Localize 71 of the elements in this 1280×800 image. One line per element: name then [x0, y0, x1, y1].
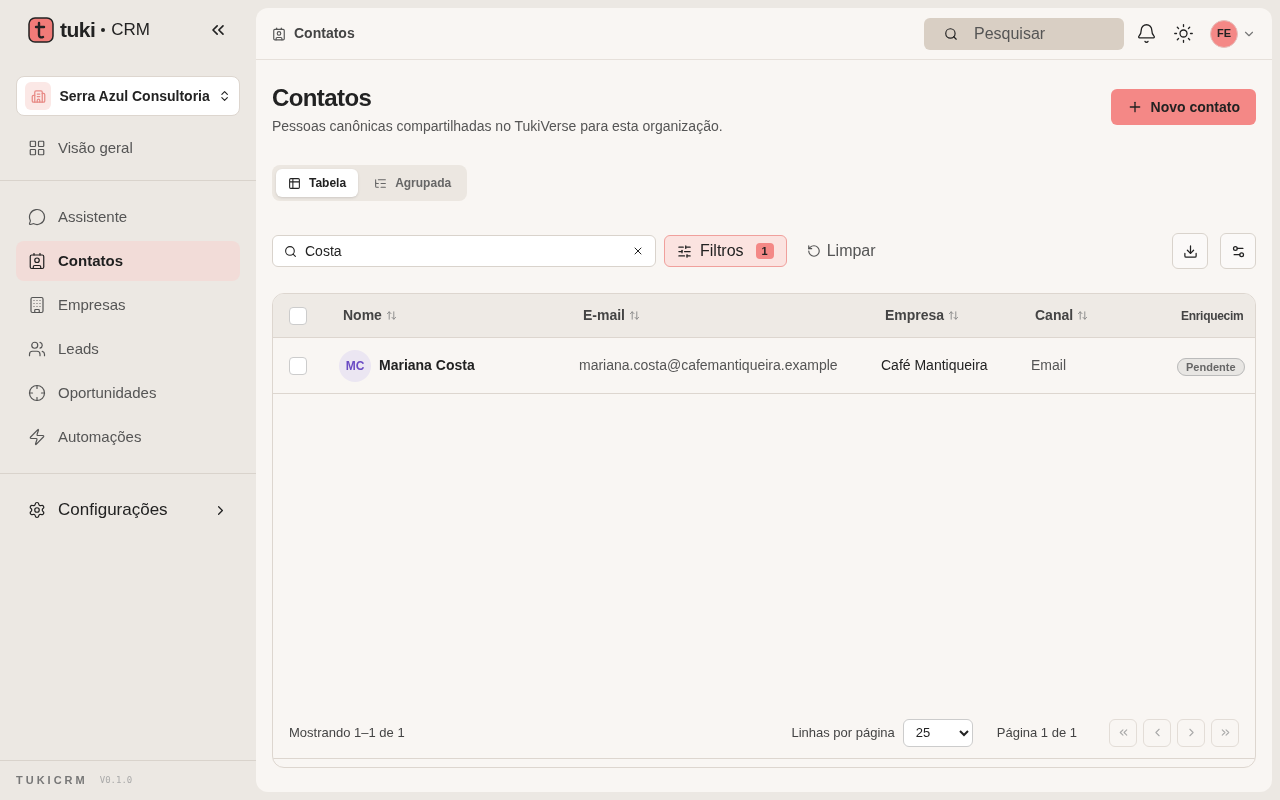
filters-button[interactable]: Filtros 1 [664, 235, 787, 267]
sort-icon[interactable] [385, 310, 397, 321]
version-label: V0.1.0 [99, 773, 133, 787]
settings-item[interactable]: Configurações [16, 490, 240, 530]
brand-suffix: CRM [111, 19, 150, 42]
column-header[interactable]: E-mail [583, 305, 625, 326]
company-cell-text: Café Mantiqueira [881, 356, 989, 375]
sidebar-item[interactable]: Assistente [16, 197, 240, 237]
rows-per-page-select[interactable]: 25 [902, 718, 973, 747]
contact-card-icon [28, 252, 46, 270]
email-cell-text: mariana.costa@cafemantiqueira.example [579, 356, 839, 375]
channel-cell-text: Email [1031, 356, 1067, 375]
column-header[interactable]: Canal [1035, 305, 1074, 326]
search-field[interactable]: Pesquisar [924, 17, 1124, 50]
chat-icon [28, 208, 46, 226]
clear-icon[interactable] [632, 245, 644, 257]
contact-avatar: MC [339, 349, 371, 382]
sort-icon[interactable] [948, 310, 960, 321]
download-button[interactable] [1172, 233, 1208, 269]
sidebar-item[interactable]: Leads [16, 329, 240, 369]
download-icon [1182, 243, 1198, 259]
workspace-selector[interactable]: Serra Azul Consultoria [16, 76, 240, 116]
results-summary: Mostrando 1–1 de 1 [289, 723, 405, 742]
rows-per-page-label: Linhas por página [791, 723, 895, 742]
crosshair-icon [28, 384, 46, 402]
page-subtitle: Pessoas canônicas compartilhadas no TukiVerse para esta organização. [272, 117, 723, 136]
view-tab[interactable]: Agrupada [362, 169, 464, 197]
contact-card-icon [272, 26, 286, 41]
reset-icon [806, 244, 821, 258]
page-indicator: Página 1 de 1 [996, 723, 1077, 742]
column-header[interactable]: Empresa [885, 305, 945, 326]
select-all-checkbox[interactable] [289, 306, 307, 325]
contact-name[interactable]: Mariana Costa [379, 355, 475, 376]
breadcrumb: Contatos [294, 24, 355, 43]
sidebar-item[interactable]: Contatos [16, 241, 240, 281]
user-avatar[interactable]: FE [1210, 19, 1238, 48]
settings-icon [1230, 243, 1246, 259]
building-icon [25, 82, 52, 110]
new-contact-button[interactable]: Novo contato [1110, 89, 1256, 125]
column-header[interactable]: Nome [343, 305, 382, 326]
filter-search-field[interactable]: Costa [272, 235, 656, 267]
theme-icon[interactable] [1173, 23, 1194, 44]
sliders-icon [677, 243, 692, 259]
table-icon [288, 176, 301, 190]
users-icon [28, 340, 46, 358]
footer-brand: TUKICRM [16, 773, 88, 789]
clear-button[interactable]: Limpar [794, 235, 888, 267]
sidebar-item[interactable]: Visão geral [16, 128, 240, 168]
sidebar-item[interactable]: Oportunidades [16, 373, 240, 413]
search-icon [944, 26, 958, 41]
sort-icon[interactable] [1077, 310, 1089, 321]
settings-icon [28, 501, 46, 519]
grid-icon [28, 139, 46, 157]
row-checkbox[interactable] [289, 356, 307, 375]
view-tab[interactable]: Tabela [276, 169, 359, 197]
building-icon [28, 296, 46, 314]
lightning-icon [28, 428, 46, 446]
sidebar-item[interactable]: Empresas [16, 285, 240, 325]
columns-button[interactable] [1220, 233, 1256, 269]
column-header[interactable]: Enriquecim [1181, 306, 1244, 325]
search-icon [284, 245, 297, 258]
list-icon [374, 176, 388, 190]
bell-icon[interactable] [1136, 23, 1157, 44]
workspace-name: Serra Azul Consultoria [59, 86, 210, 106]
brand-name: tuki [60, 17, 96, 44]
sort-icon[interactable] [629, 310, 640, 321]
logo-icon [28, 17, 54, 43]
status-badge: Pendente [1177, 357, 1245, 376]
page-title: Contatos [272, 84, 373, 112]
sidebar-item[interactable]: Automações [16, 417, 240, 457]
filter-count-badge: 1 [755, 242, 774, 260]
